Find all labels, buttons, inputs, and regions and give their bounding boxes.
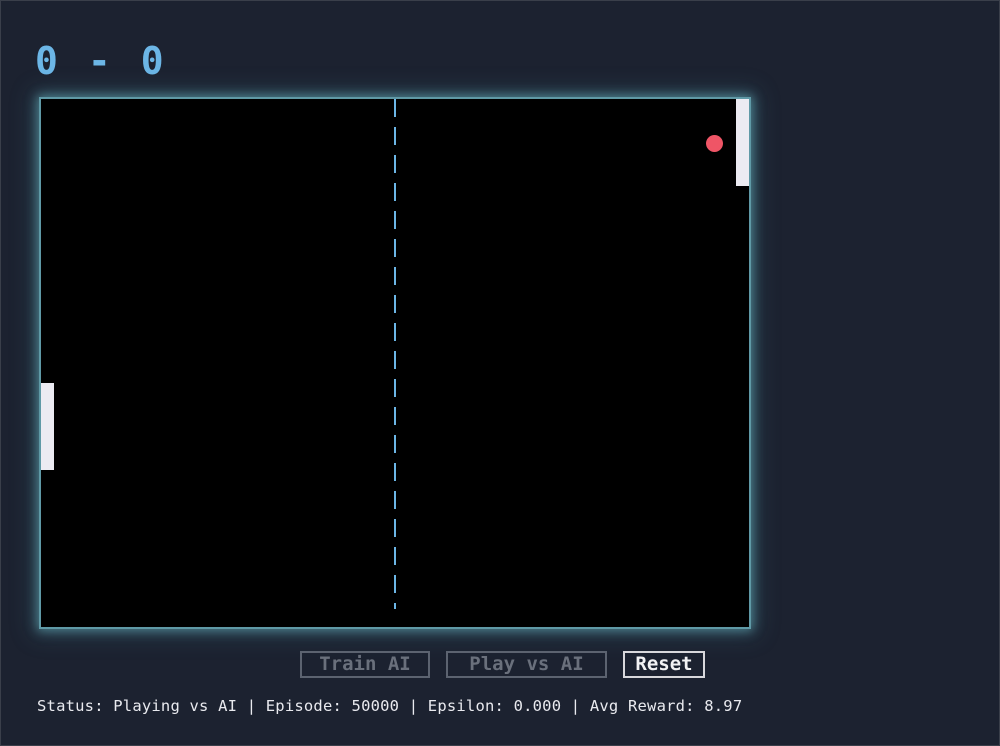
reset-button[interactable]: Reset xyxy=(623,651,705,678)
play-vs-ai-button[interactable]: Play vs AI xyxy=(446,651,607,678)
train-ai-button[interactable]: Train AI xyxy=(300,651,430,678)
center-net-line xyxy=(394,99,396,609)
left-paddle[interactable] xyxy=(41,383,54,470)
control-bar: Train AI Play vs AI Reset xyxy=(300,651,705,678)
scoreboard: 0 - 0 xyxy=(35,39,164,83)
score-separator: - xyxy=(87,39,111,83)
right-paddle xyxy=(736,99,749,186)
right-score: 0 xyxy=(140,39,164,83)
ball xyxy=(706,135,723,152)
game-court[interactable] xyxy=(39,97,751,629)
left-score: 0 xyxy=(35,39,58,83)
status-text: Status: Playing vs AI | Episode: 50000 |… xyxy=(37,697,743,715)
app-window: 0 - 0 Train AI Play vs AI Reset Status: … xyxy=(0,0,1000,746)
